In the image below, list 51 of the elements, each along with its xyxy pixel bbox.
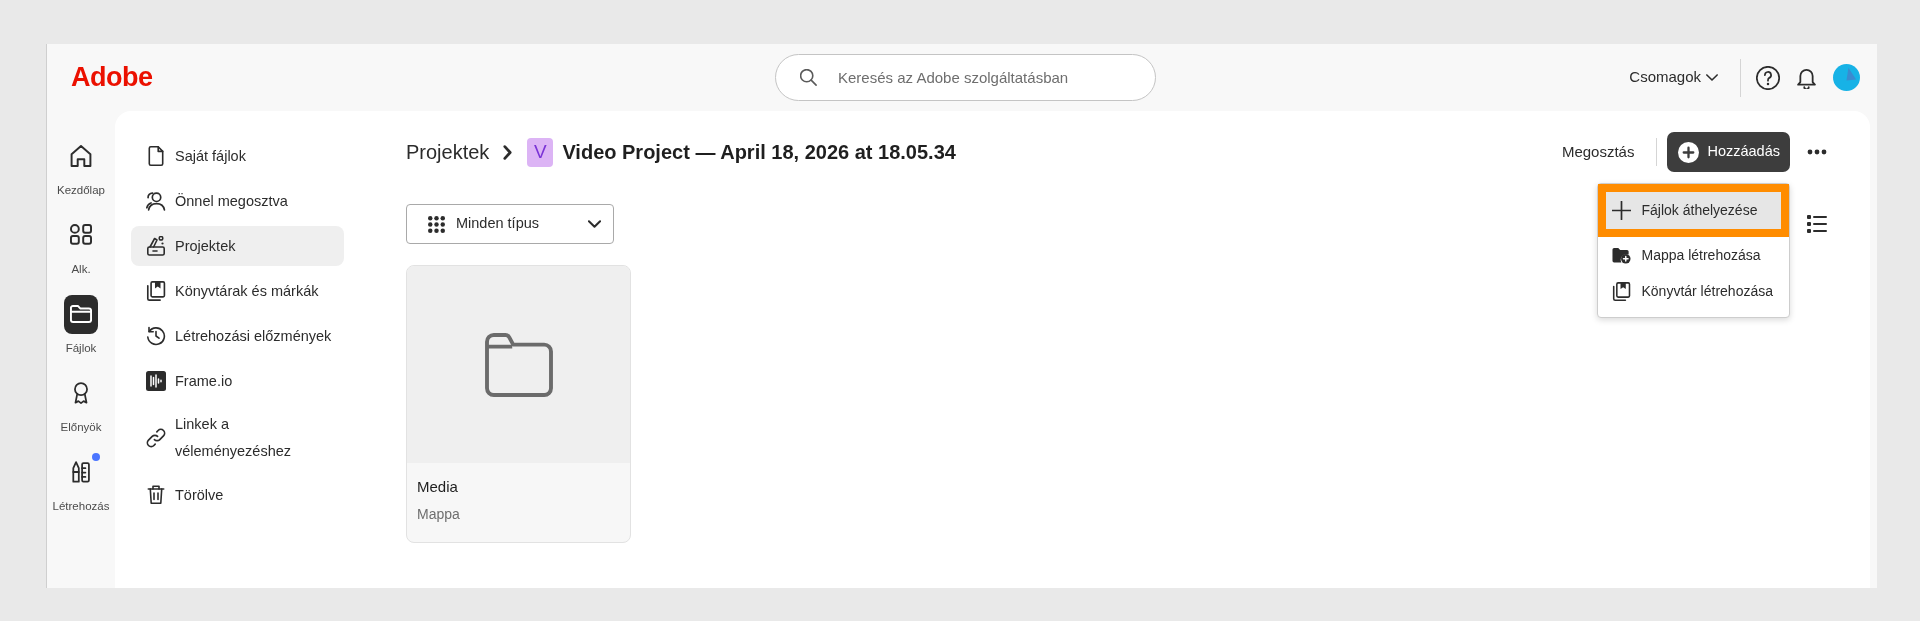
- rail-nav-item[interactable]: Alk.: [48, 215, 114, 294]
- page-title: Video Project — April 18, 2026 at 18.05.34: [562, 140, 956, 165]
- sidebar-item[interactable]: Önnel megosztva: [131, 181, 344, 221]
- chevron-down-icon: [588, 220, 601, 228]
- menu-item[interactable]: Mappa létrehozása: [1598, 237, 1789, 273]
- share-button[interactable]: Megosztás: [1561, 140, 1635, 164]
- menu-item[interactable]: Könyvtár létrehozása: [1598, 273, 1789, 309]
- sidebar-item[interactable]: Törölve: [131, 475, 344, 515]
- rail-nav-item[interactable]: Fájlok: [48, 294, 114, 373]
- project-letter-tile: V: [527, 137, 554, 167]
- document-icon: [146, 146, 166, 166]
- folder-add-icon: [1612, 245, 1632, 265]
- logo-wordmark[interactable]: Adobe: [71, 64, 153, 91]
- sidebar-item[interactable]: Projektek: [131, 226, 344, 266]
- grid-dots-icon: [428, 215, 445, 233]
- plus-circle-icon: [1678, 141, 1700, 163]
- folder-icon: [484, 332, 553, 397]
- avatar-icon[interactable]: [1833, 64, 1860, 91]
- list-view-icon[interactable]: [1807, 215, 1827, 233]
- item-type: Mappa: [417, 505, 461, 524]
- sidebar-item[interactable]: Saját fájlok: [131, 136, 344, 176]
- stacked-pages-icon: [146, 281, 166, 301]
- trash-icon: [146, 485, 166, 505]
- sidebar-item[interactable]: Létrehozási előzmények: [131, 316, 344, 356]
- pencil-tray-icon: [146, 236, 166, 256]
- sidebar-item[interactable]: Könyvtárak és márkák: [131, 271, 344, 311]
- menu-item[interactable]: Fájlok áthelyezése: [1598, 184, 1789, 237]
- rail-nav-item[interactable]: Kezdőlap: [48, 136, 114, 215]
- breadcrumb-link[interactable]: Projektek: [406, 137, 490, 167]
- link-icon: [146, 428, 166, 448]
- more-options-icon[interactable]: [1807, 149, 1827, 155]
- type-filter-dropdown[interactable]: Minden típus: [406, 204, 614, 244]
- sidebar-item[interactable]: Linkek a véleményezéshez: [131, 406, 344, 470]
- chevron-right-icon: [503, 144, 513, 160]
- chevron-down-icon: [1706, 74, 1718, 81]
- item-name: Media: [417, 477, 459, 497]
- search-icon: [800, 69, 817, 86]
- people-icon: [146, 191, 166, 211]
- folder-card[interactable]: Media Mappa: [406, 265, 631, 543]
- sidebar-item[interactable]: Frame.io: [131, 361, 344, 401]
- rail-nav-item[interactable]: Előnyök: [48, 373, 114, 452]
- add-button[interactable]: Hozzáadás: [1667, 132, 1790, 172]
- history-icon: [146, 326, 166, 346]
- plus-icon: [1612, 201, 1632, 220]
- help-icon[interactable]: [1756, 65, 1780, 90]
- bell-icon[interactable]: [1797, 66, 1816, 89]
- search-field[interactable]: Keresés az Adobe szolgáltatásban: [775, 54, 1156, 101]
- rail-nav-item[interactable]: Létrehozás: [48, 452, 114, 531]
- stacked-pages-icon: [1612, 281, 1632, 301]
- plans-dropdown[interactable]: Csomagok: [1629, 66, 1718, 89]
- waveform-tile-icon: [146, 371, 166, 391]
